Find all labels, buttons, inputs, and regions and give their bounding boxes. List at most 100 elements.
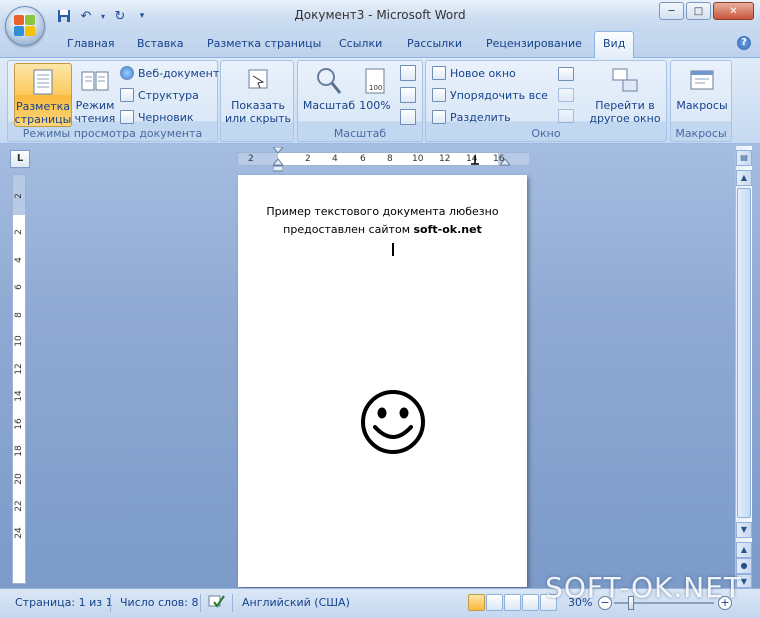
- draft-icon: [120, 110, 134, 124]
- scroll-thumb[interactable]: [737, 188, 751, 518]
- view-print-layout-icon[interactable]: [468, 594, 485, 611]
- indent-marker-icon[interactable]: [273, 147, 283, 173]
- vertical-scrollbar[interactable]: ▤ ▲ ▼ ▲ ● ▼: [735, 146, 752, 588]
- arrange-all-label: Упорядочить все: [450, 88, 548, 102]
- tab-view[interactable]: Вид: [594, 31, 635, 58]
- switch-windows-label: Перейти в другое окно: [589, 99, 661, 125]
- reset-position-icon[interactable]: [558, 109, 574, 123]
- draft-button[interactable]: Черновик: [120, 107, 194, 127]
- reading-mode-label: Режим чтения: [74, 99, 116, 125]
- tab-mailings[interactable]: Рассылки: [407, 36, 462, 51]
- one-page-icon[interactable]: [400, 65, 416, 81]
- show-hide-label: Показать или скрыть: [224, 99, 292, 125]
- ruler-tick: 4: [332, 154, 338, 164]
- group-zoom: Масштаб 100 100% Масштаб: [297, 60, 423, 142]
- new-window-icon: [432, 66, 446, 80]
- macros-icon: [690, 70, 714, 90]
- ruler-tick: 22: [14, 500, 24, 512]
- page-count-status[interactable]: Страница: 1 из 1: [15, 596, 113, 609]
- previous-page-button[interactable]: ▲: [736, 542, 752, 558]
- word-count-status[interactable]: Число слов: 8: [120, 596, 199, 609]
- maximize-button[interactable]: □: [686, 2, 711, 20]
- switch-windows-button[interactable]: Перейти в другое окно: [586, 63, 664, 127]
- minimize-button[interactable]: ─: [659, 2, 684, 20]
- close-button[interactable]: ✕: [713, 2, 754, 20]
- switch-windows-icon: [612, 68, 638, 92]
- tab-insert[interactable]: Вставка: [137, 36, 184, 51]
- document-page[interactable]: Пример текстового документа любезно пред…: [238, 175, 527, 587]
- status-divider: [232, 594, 233, 612]
- vertical-ruler[interactable]: 2 2 4 6 8 10 12 14 16 18 20 22 24: [12, 174, 26, 584]
- scroll-up-button[interactable]: ▲: [736, 170, 752, 186]
- arrange-all-button[interactable]: Упорядочить все: [432, 85, 548, 105]
- ruler-tick: 10: [14, 335, 24, 347]
- zoom-button[interactable]: Масштаб: [300, 63, 358, 127]
- arrange-all-icon: [432, 88, 446, 102]
- group-window-name: Окно: [531, 127, 561, 140]
- ruler-toggle-icon[interactable]: ▤: [736, 150, 752, 166]
- tab-review[interactable]: Рецензирование: [486, 36, 582, 51]
- ruler-tick: 4: [14, 257, 24, 263]
- reading-mode-button[interactable]: Режим чтения: [72, 63, 118, 127]
- ruler-tick: 8: [14, 312, 24, 318]
- ruler-tick: 14: [14, 390, 24, 402]
- ruler-tick: 18: [14, 445, 24, 457]
- document-line-2-text: предоставлен сайтом: [283, 223, 414, 236]
- document-text[interactable]: Пример текстового документа любезно пред…: [238, 203, 527, 239]
- page-layout-label: Разметка страницы: [14, 100, 72, 126]
- page-layout-icon: [33, 69, 53, 95]
- help-icon[interactable]: ?: [737, 36, 751, 50]
- ruler-tick: 12: [14, 363, 24, 375]
- view-reading-icon[interactable]: [486, 594, 503, 611]
- window-title: Документ3 - Microsoft Word: [294, 8, 466, 22]
- ribbon-tabs: Главная Вставка Разметка страницы Ссылки…: [0, 31, 760, 58]
- split-button[interactable]: Разделить: [432, 107, 511, 127]
- right-indent-icon[interactable]: [500, 157, 510, 167]
- side-by-side-icon[interactable]: [558, 67, 574, 81]
- document-site-name: soft-ok.net: [413, 223, 482, 236]
- document-workspace: L 2 2 4 6 8 10 12 14 16 2 2 4 6 8 10 12 …: [0, 144, 760, 588]
- view-web-icon[interactable]: [504, 594, 521, 611]
- zoom-100-button[interactable]: 100 100%: [356, 63, 394, 127]
- ruler-tick: 2: [305, 154, 311, 164]
- show-hide-button[interactable]: Показать или скрыть: [224, 63, 292, 127]
- tab-home[interactable]: Главная: [67, 36, 115, 51]
- status-divider: [200, 594, 201, 612]
- horizontal-ruler[interactable]: 2 2 4 6 8 10 12 14 16: [237, 147, 529, 172]
- ruler-tick: 6: [360, 154, 366, 164]
- two-pages-icon[interactable]: [400, 87, 416, 103]
- text-cursor: [392, 243, 394, 256]
- center-tab-icon[interactable]: [470, 156, 480, 166]
- macros-button[interactable]: Макросы: [673, 63, 731, 127]
- tab-references[interactable]: Ссылки: [339, 36, 382, 51]
- office-button[interactable]: [5, 6, 45, 46]
- watermark: SOFT-OK.NET: [545, 571, 742, 604]
- page-layout-button[interactable]: Разметка страницы: [14, 63, 72, 127]
- page-width-icon[interactable]: [400, 109, 416, 125]
- smiley-face-icon[interactable]: [358, 387, 428, 457]
- split-label: Разделить: [450, 110, 511, 124]
- spelling-check-icon[interactable]: [208, 593, 226, 612]
- draft-label: Черновик: [138, 110, 194, 124]
- group-show-hide: Показать или скрыть: [220, 60, 294, 142]
- sync-scroll-icon[interactable]: [558, 88, 574, 102]
- tab-page-layout[interactable]: Разметка страницы: [207, 36, 321, 51]
- scroll-down-button[interactable]: ▼: [736, 522, 752, 538]
- new-window-button[interactable]: Новое окно: [432, 63, 516, 83]
- group-zoom-name: Масштаб: [333, 127, 387, 140]
- view-outline-icon[interactable]: [522, 594, 539, 611]
- macros-label: Макросы: [676, 99, 728, 112]
- language-status[interactable]: Английский (США): [242, 596, 350, 609]
- ribbon: Разметка страницы Режим чтения Веб-докум…: [0, 57, 760, 144]
- group-macros-name: Макросы: [675, 127, 727, 140]
- web-layout-button[interactable]: Веб-документ: [120, 63, 219, 83]
- ruler-tick: 16: [14, 418, 24, 430]
- ruler-tick: 10: [412, 154, 424, 164]
- ruler-tick: 8: [387, 154, 393, 164]
- window-controls: ─ □ ✕: [659, 2, 754, 20]
- outline-button[interactable]: Структура: [120, 85, 199, 105]
- split-icon: [432, 110, 446, 124]
- tab-selector-button[interactable]: L: [10, 150, 30, 168]
- title-bar: ↶ ▾ ↻ ▾ Документ3 - Microsoft Word ─ □ ✕: [0, 0, 760, 31]
- document-line-1: Пример текстового документа любезно: [266, 205, 499, 218]
